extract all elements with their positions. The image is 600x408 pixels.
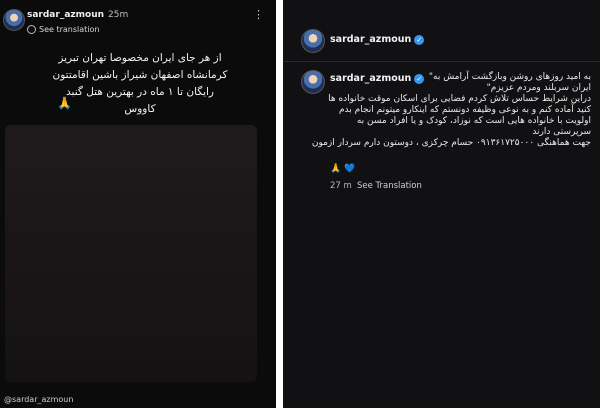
see-translation-label: See translation — [39, 25, 100, 34]
username: sardar_azmoun — [330, 34, 412, 45]
pray-emoji: 🙏 — [57, 96, 72, 110]
post-caption: به امید روزهای روشن وبازگشت آرامش به" ای… — [311, 72, 591, 148]
see-translation-link[interactable]: See translation — [27, 25, 99, 34]
post-header-username[interactable]: sardar_azmoun ✓ — [330, 34, 425, 45]
story-panel: sardar_azmoun 25m See translation ⋮ از ه… — [0, 0, 276, 408]
username[interactable]: sardar_azmoun — [27, 10, 104, 20]
story-caption: از هر جای ایران مخصوصا تهران تبریز کرمان… — [52, 52, 228, 115]
divider — [283, 61, 600, 62]
caption-emojis: 🙏 💙 — [330, 164, 356, 174]
story-media[interactable] — [5, 125, 257, 382]
footer-handle: @sardar_azmoun — [4, 395, 74, 404]
more-options-icon[interactable]: ⋮ — [253, 8, 264, 21]
avatar[interactable] — [301, 29, 325, 53]
post-time: 27 m — [330, 181, 352, 191]
globe-icon — [27, 25, 36, 34]
verified-badge-icon: ✓ — [414, 34, 425, 45]
post-panel: sardar_azmoun ✓ sardar_azmoun ✓ به امید رو… — [283, 0, 600, 408]
post-time: 25m — [108, 10, 129, 20]
see-translation-link[interactable]: See Translation — [357, 181, 422, 191]
avatar[interactable] — [3, 9, 25, 31]
